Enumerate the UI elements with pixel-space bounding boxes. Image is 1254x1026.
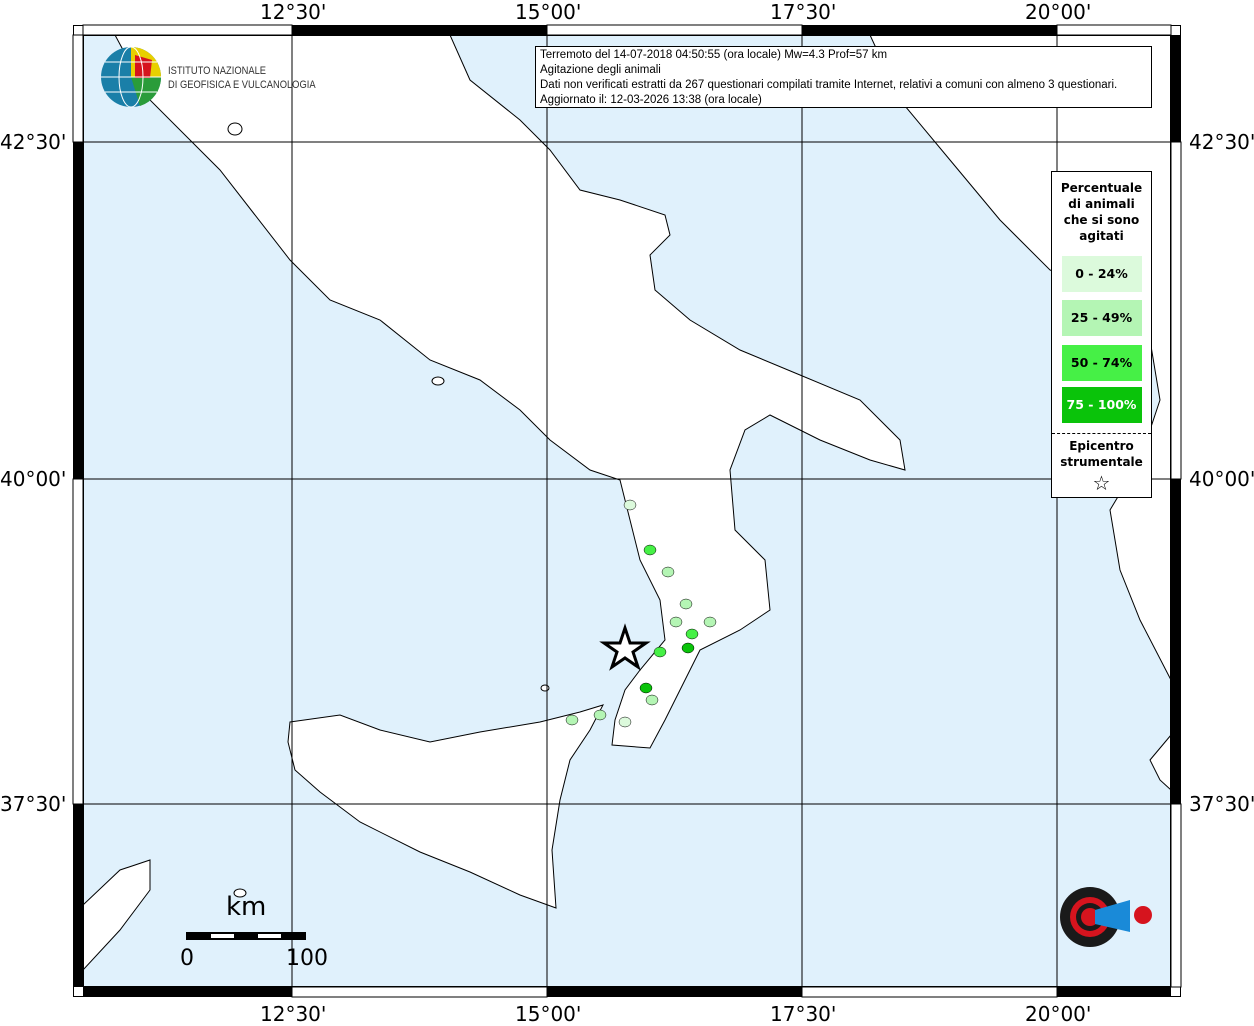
lon-tick-top: 17°30' — [770, 0, 837, 24]
lat-tick-right: 37°30' — [1189, 792, 1254, 816]
island — [540, 684, 550, 692]
felt-report-area — [623, 499, 637, 511]
legend-class-1: 25 - 49% — [1061, 300, 1142, 336]
star-outline-icon: ☆ — [1092, 471, 1111, 495]
lat-tick-left: 37°30' — [0, 792, 67, 816]
legend-title-line: Percentuale — [1060, 181, 1143, 195]
legend: Percentuale di animali che si sono agita… — [1051, 171, 1152, 498]
felt-report-area — [565, 714, 579, 726]
scale-unit: km — [226, 892, 267, 922]
legend-class-2: 50 - 74% — [1061, 345, 1142, 381]
felt-report-area — [679, 598, 693, 610]
felt-report-area — [593, 709, 607, 721]
legend-epicenter-line: strumentale — [1060, 455, 1143, 469]
felt-report-area — [653, 646, 667, 658]
legend-class-3: 75 - 100% — [1061, 387, 1142, 423]
map-subject: Agitazione degli animali — [540, 64, 661, 76]
felt-report-area — [639, 682, 653, 694]
lat-tick-left: 40°00' — [0, 467, 67, 491]
scale-min: 0 — [180, 946, 194, 971]
lon-tick-top: 12°30' — [260, 0, 327, 24]
event-line: Terremoto del 14-07-2018 04:50:55 (ora l… — [540, 49, 888, 61]
ingv-logo-globe — [101, 46, 162, 108]
legend-divider — [1052, 433, 1151, 434]
legend-epicenter: Epicentro strumentale ☆ — [1052, 438, 1151, 496]
ingv-logo-text: ISTITUTO NAZIONALE DI GEOFISICA E VULCANO… — [168, 65, 316, 91]
scale-max: 100 — [286, 946, 328, 971]
scale-bar — [186, 932, 306, 940]
legend-title-line: di animali — [1068, 197, 1135, 211]
felt-report-area — [643, 544, 657, 556]
lat-tick-right: 40°00' — [1189, 467, 1254, 491]
felt-report-area — [645, 694, 659, 706]
lon-tick-bottom: 15°00' — [515, 1002, 582, 1026]
felt-report-area — [618, 716, 632, 728]
felt-report-area — [685, 628, 699, 640]
lon-tick-top: 20°00' — [1025, 0, 1092, 24]
lon-tick-bottom: 17°30' — [770, 1002, 837, 1026]
lat-tick-left: 42°30' — [0, 130, 67, 154]
earthquake-info-box: Terremoto del 14-07-2018 04:50:55 (ora l… — [535, 46, 1152, 108]
lon-tick-top: 15°00' — [515, 0, 582, 24]
map-canvas — [72, 24, 1182, 998]
island — [227, 122, 243, 136]
lat-tick-right: 42°30' — [1189, 130, 1254, 154]
felt-report-area — [703, 616, 717, 628]
updated-line: Aggiornato il: 12-03-2026 13:38 (ora loc… — [540, 94, 762, 106]
lon-tick-bottom: 12°30' — [260, 1002, 327, 1026]
legend-epicenter-line: Epicentro — [1069, 439, 1134, 453]
felt-report-area — [681, 642, 695, 654]
legend-title-line: agitati — [1079, 229, 1124, 243]
legend-title-line: che si sono — [1063, 213, 1140, 227]
island — [431, 376, 445, 386]
legend-title: Percentuale di animali che si sono agita… — [1052, 180, 1151, 244]
felt-report-area — [669, 616, 683, 628]
felt-report-area — [661, 566, 675, 578]
data-note: Dati non verificati estratti da 267 ques… — [540, 79, 1118, 91]
legend-class-0: 0 - 24% — [1061, 256, 1142, 292]
lon-tick-bottom: 20°00' — [1025, 1002, 1092, 1026]
